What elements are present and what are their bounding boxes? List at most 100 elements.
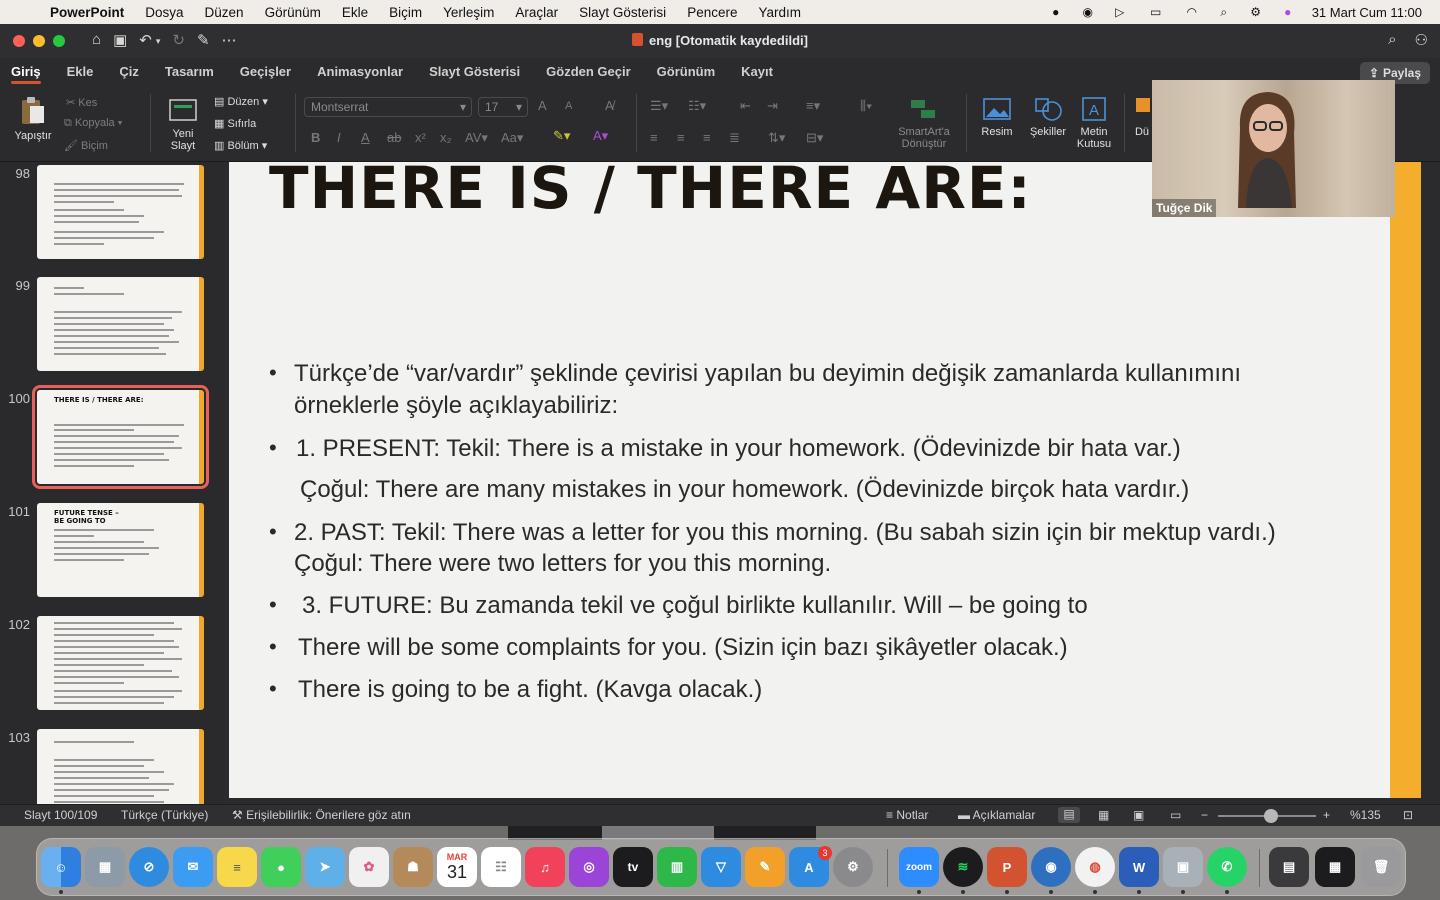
font-name-select[interactable]: Montserrat ▾	[304, 97, 472, 117]
system-settings-icon[interactable]: ⚙	[833, 847, 873, 887]
menu-arrange[interactable]: Yerleşim	[443, 5, 494, 20]
numbering-icon[interactable]: ☷▾	[688, 98, 706, 114]
menu-format[interactable]: Biçim	[389, 5, 422, 20]
arrange-button[interactable]: Dü	[1132, 96, 1152, 138]
menu-tools[interactable]: Araçlar	[515, 5, 558, 20]
clear-format-icon[interactable]: A̸	[605, 98, 614, 113]
menu-edit[interactable]: Düzen	[205, 5, 244, 20]
shapes-button[interactable]: Şekiller	[1026, 96, 1070, 138]
slide-sorter-icon[interactable]: ▦	[1098, 808, 1109, 822]
picture-button[interactable]: Resim	[976, 96, 1018, 138]
comments-button[interactable]: ▬ Açıklamalar	[958, 808, 1035, 822]
wifi-icon[interactable]: ◠	[1184, 5, 1200, 19]
superscript-icon[interactable]: x²	[415, 130, 426, 145]
tab-insert[interactable]: Ekle	[67, 58, 94, 86]
align-center-icon[interactable]: ≡	[677, 130, 685, 145]
bullets-icon[interactable]: ☰▾	[650, 98, 668, 114]
control-center-icon[interactable]: ⚙	[1248, 5, 1264, 19]
tab-animations[interactable]: Animasyonlar	[317, 58, 403, 86]
slide-text-line[interactable]: Çoğul: There are many mistakes in your h…	[300, 476, 1189, 504]
slide-title[interactable]: THERE IS / THERE ARE:	[269, 162, 1032, 222]
finder-icon[interactable]: ☺	[41, 847, 81, 887]
normal-view-icon[interactable]: ▤	[1058, 807, 1080, 823]
underline-icon[interactable]: A	[361, 130, 370, 145]
char-spacing-icon[interactable]: AV▾	[465, 130, 488, 146]
app-menu[interactable]: PowerPoint	[50, 5, 124, 20]
paste-button[interactable]: Yapıştır	[10, 96, 56, 142]
slide-text-line[interactable]: 2. PAST: Tekil: There was a letter for y…	[294, 519, 1276, 547]
text-direction-icon[interactable]: ⇅▾	[768, 130, 785, 146]
trash-icon[interactable]: 🗑	[1361, 847, 1401, 887]
slide-text-line[interactable]: There will be some complaints for you. (…	[298, 634, 1068, 662]
search-icon[interactable]: ⌕	[1388, 31, 1396, 49]
screenshot-icon[interactable]: ▣	[1163, 847, 1203, 887]
menu-file[interactable]: Dosya	[145, 5, 183, 20]
menubar-clock[interactable]: 31 Mart Cum 11:00	[1312, 5, 1422, 20]
tab-transitions[interactable]: Geçişler	[240, 58, 291, 86]
tab-design[interactable]: Tasarım	[165, 58, 214, 86]
current-slide[interactable]: THERE IS / THERE ARE: • Türkçe’de “var/v…	[229, 162, 1421, 798]
calendar-icon[interactable]: MAR 31	[437, 847, 477, 887]
subscript-icon[interactable]: x₂	[440, 130, 452, 145]
user-icon[interactable]: ◉	[1080, 5, 1096, 19]
spotify-icon[interactable]: ≋	[943, 847, 983, 887]
messages-icon[interactable]: ●	[261, 847, 301, 887]
tab-slideshow[interactable]: Slayt Gösterisi	[429, 58, 520, 86]
word-icon[interactable]: W	[1119, 847, 1159, 887]
reminders-icon[interactable]: ☷	[481, 847, 521, 887]
slide-thumbnail-100[interactable]: THERE IS / THERE ARE:	[32, 385, 209, 489]
tab-home[interactable]: Giriş	[11, 58, 41, 86]
zoom-level[interactable]: %135	[1350, 808, 1381, 822]
whatsapp-icon[interactable]: ✆	[1207, 847, 1247, 887]
tab-draw[interactable]: Çiz	[119, 58, 139, 86]
recent-window-icon[interactable]: ▦	[1315, 847, 1355, 887]
slide-text-line[interactable]: Türkçe’de “var/vardır” şeklinde çevirisi…	[294, 360, 1241, 388]
slide-editor-canvas[interactable]: THERE IS / THERE ARE: • Türkçe’de “var/v…	[222, 162, 1440, 804]
slide-text-line[interactable]: 3. FUTURE: Bu zamanda tekil ve çoğul bir…	[302, 592, 1088, 620]
fit-to-window-icon[interactable]: ⊡	[1403, 808, 1413, 822]
close-window-button[interactable]	[13, 35, 25, 47]
appletv-icon[interactable]: tv	[613, 847, 653, 887]
slide-text-line[interactable]: Çoğul: There were two letters for you th…	[294, 550, 831, 578]
notes-app-icon[interactable]: ≡	[217, 847, 257, 887]
align-text-icon[interactable]: ⊟▾	[806, 130, 823, 146]
home-icon[interactable]: ⌂	[92, 31, 101, 51]
language-indicator[interactable]: Türkçe (Türkiye)	[121, 808, 208, 822]
zoom-out-icon[interactable]: −	[1201, 808, 1208, 822]
slide-thumbnail-98[interactable]	[37, 165, 204, 259]
align-right-icon[interactable]: ≡	[703, 130, 711, 145]
minimize-window-button[interactable]	[33, 35, 45, 47]
slide-text-line[interactable]: There is going to be a fight. (Kavga ola…	[298, 676, 762, 704]
safari-icon[interactable]: ⊘	[129, 847, 169, 887]
launchpad-icon[interactable]: ▦	[85, 847, 125, 887]
columns-icon[interactable]: ⫼▾	[860, 98, 872, 114]
menu-help[interactable]: Yardım	[758, 5, 801, 20]
podcasts-icon[interactable]: ◎	[569, 847, 609, 887]
account-icon[interactable]: ⚇	[1415, 31, 1428, 49]
slide-text-line[interactable]: örneklerle şöyle açıklayabiliriz:	[294, 392, 618, 420]
spotlight-search-icon[interactable]: ⌕	[1216, 5, 1232, 19]
tab-view[interactable]: Görünüm	[657, 58, 716, 86]
format-painter-button[interactable]: 🖌 Biçim	[64, 139, 108, 152]
undo-dropdown-icon[interactable]: ▾	[156, 31, 161, 51]
menu-window[interactable]: Pencere	[687, 5, 737, 20]
slide-thumbnail-102[interactable]	[37, 616, 204, 710]
strikethrough-icon[interactable]: ab	[387, 130, 401, 145]
maps-icon[interactable]: ➤	[305, 847, 345, 887]
music-icon[interactable]: ♫	[525, 847, 565, 887]
zoom-slider-handle[interactable]	[1264, 809, 1278, 823]
accessibility-button[interactable]: ⚒ Erişilebilirlik: Önerilere göz atın	[232, 808, 411, 822]
battery-icon[interactable]: ▭	[1144, 5, 1168, 19]
decrease-font-icon[interactable]: A	[565, 100, 572, 112]
menu-insert[interactable]: Ekle	[342, 5, 368, 20]
draw-icon[interactable]: ✎	[197, 31, 210, 51]
font-size-select[interactable]: 17 ▾	[478, 97, 528, 117]
change-case-icon[interactable]: Aa▾	[501, 130, 523, 146]
slideshow-view-icon[interactable]: ▭	[1170, 808, 1181, 822]
bold-icon[interactable]: B	[311, 130, 320, 145]
font-color-icon[interactable]: A▾	[593, 128, 608, 144]
chrome-icon[interactable]: ◍	[1075, 847, 1115, 887]
layout-button[interactable]: ▤ Düzen ▾	[214, 95, 268, 108]
save-icon[interactable]: ▣	[113, 31, 127, 51]
more-icon[interactable]: ⋯	[222, 31, 237, 51]
